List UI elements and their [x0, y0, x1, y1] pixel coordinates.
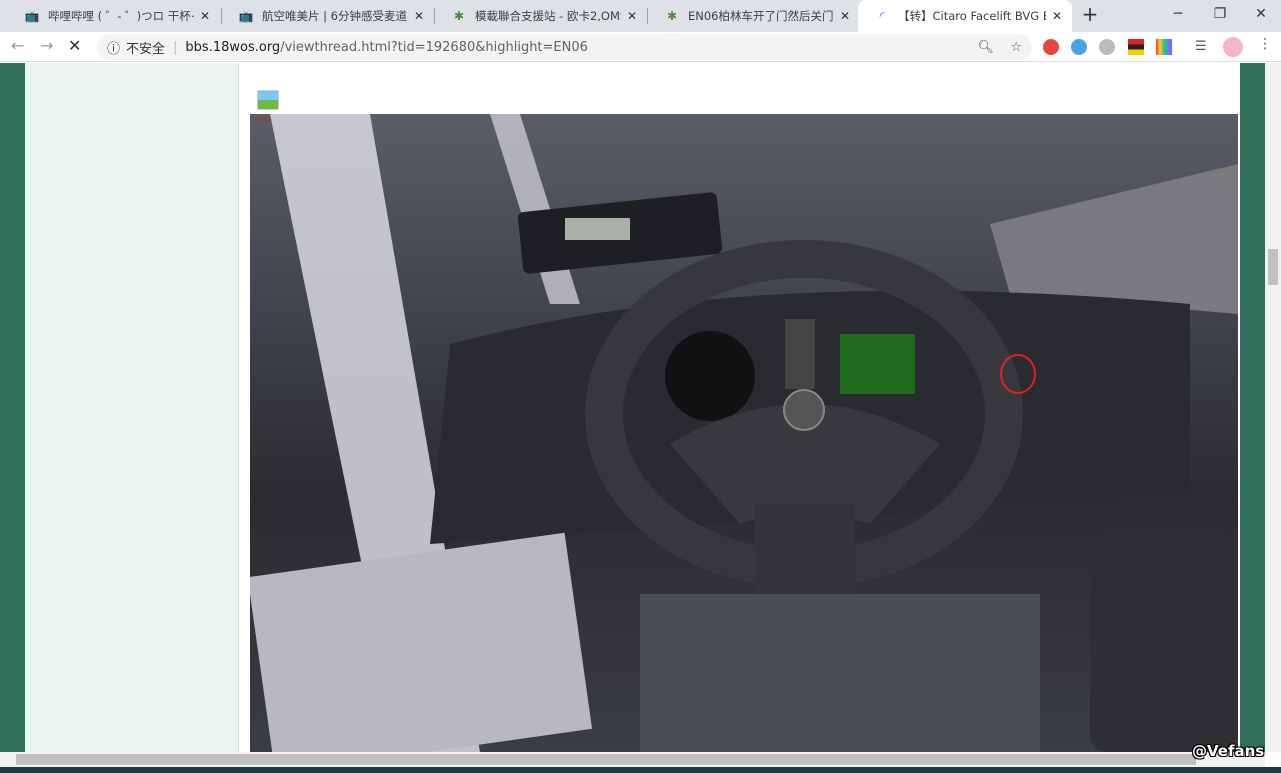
tab-mod-site[interactable]: ✱模載聯合支援站 - 欧卡2,OMSI,m✕	[435, 0, 647, 32]
close-tab-icon[interactable]: ✕	[627, 9, 637, 23]
close-window-button[interactable]: ✕	[1238, 0, 1281, 28]
extension-icon-gears[interactable]	[1099, 39, 1115, 55]
mod-site-icon: ✱	[666, 9, 678, 23]
extension-icon-color[interactable]	[1156, 39, 1172, 55]
info-icon[interactable]: ⓘ	[107, 38, 120, 57]
zoom-icon[interactable]: 🔍︎	[977, 40, 994, 55]
omsi-cockpit-screenshot[interactable]: PAUSED - Press [P] to continue simulatio…	[250, 114, 1238, 752]
close-tab-icon[interactable]: ✕	[414, 9, 424, 23]
page-content: PAUSED - Press [P] to continue simulatio…	[0, 63, 1265, 752]
extension-icon-search[interactable]	[1071, 39, 1087, 55]
right-border	[1240, 63, 1265, 752]
post-content: PAUSED - Press [P] to continue simulatio…	[238, 63, 1240, 752]
address-bar[interactable]: ⓘ 不安全 | bbs.18wos.org/viewthread.html?ti…	[97, 34, 1032, 60]
profile-avatar[interactable]	[1223, 37, 1243, 57]
vertical-scrollbar[interactable]	[1265, 63, 1281, 752]
back-button[interactable]: ←	[11, 36, 24, 55]
tab-en06-thread[interactable]: ✱EN06柏林车开了门然后关门后松✕	[648, 0, 860, 32]
tab-aviation[interactable]: 📺航空唯美片 | 6分钟感受麦道80的✕	[222, 0, 434, 32]
new-tab-button[interactable]: +	[1068, 0, 1112, 28]
restore-button[interactable]: ❐	[1197, 0, 1243, 28]
left-border	[0, 63, 25, 752]
tab-bilibili[interactable]: 📺哔哩哔哩 ( ゜- ゜)つロ 干杯~-bilibili✕	[8, 0, 220, 32]
url-path: /viewthread.html?tid=192680&highlight=EN…	[280, 39, 588, 55]
forum-sidebar	[25, 63, 238, 752]
cockpit-illustration	[250, 114, 1238, 752]
browser-toolbar: ← → ✕ ⓘ 不安全 | bbs.18wos.org/viewthread.h…	[0, 32, 1281, 62]
tab-strip: 📺哔哩哔哩 ( ゜- ゜)つロ 干杯~-bilibili✕ 📺航空唯美片 | 6…	[0, 0, 1281, 32]
reading-list-icon[interactable]: ☰	[1195, 39, 1211, 55]
close-tab-icon[interactable]: ✕	[840, 9, 850, 23]
tab-citaro-active[interactable]: ◜【转】Citaro Facelift BVG EN06✕	[858, 0, 1072, 32]
close-tab-icon[interactable]: ✕	[1052, 9, 1062, 23]
forward-button[interactable]: →	[40, 36, 53, 55]
extension-icon-infinity[interactable]	[1043, 39, 1059, 55]
bookmark-star-icon[interactable]: ☆	[1010, 40, 1022, 55]
minimize-button[interactable]: ─	[1155, 0, 1201, 28]
bilibili-icon: 📺	[238, 9, 254, 23]
url-host: bbs.18wos.org	[185, 39, 281, 55]
stop-button[interactable]: ✕	[68, 36, 81, 55]
loading-icon: ◜	[879, 9, 885, 23]
bilibili-icon: 📺	[24, 9, 40, 23]
mod-site-icon: ✱	[453, 9, 465, 23]
close-tab-icon[interactable]: ✕	[200, 9, 210, 23]
security-label: 不安全	[126, 41, 166, 57]
extension-icon-flag[interactable]	[1128, 39, 1144, 55]
horizontal-scrollbar[interactable]	[0, 752, 1265, 767]
image-placeholder-icon	[257, 90, 279, 110]
watermark: @Vefans	[1192, 742, 1265, 760]
taskbar	[0, 767, 1281, 773]
menu-icon[interactable]: ⋮	[1258, 36, 1272, 52]
